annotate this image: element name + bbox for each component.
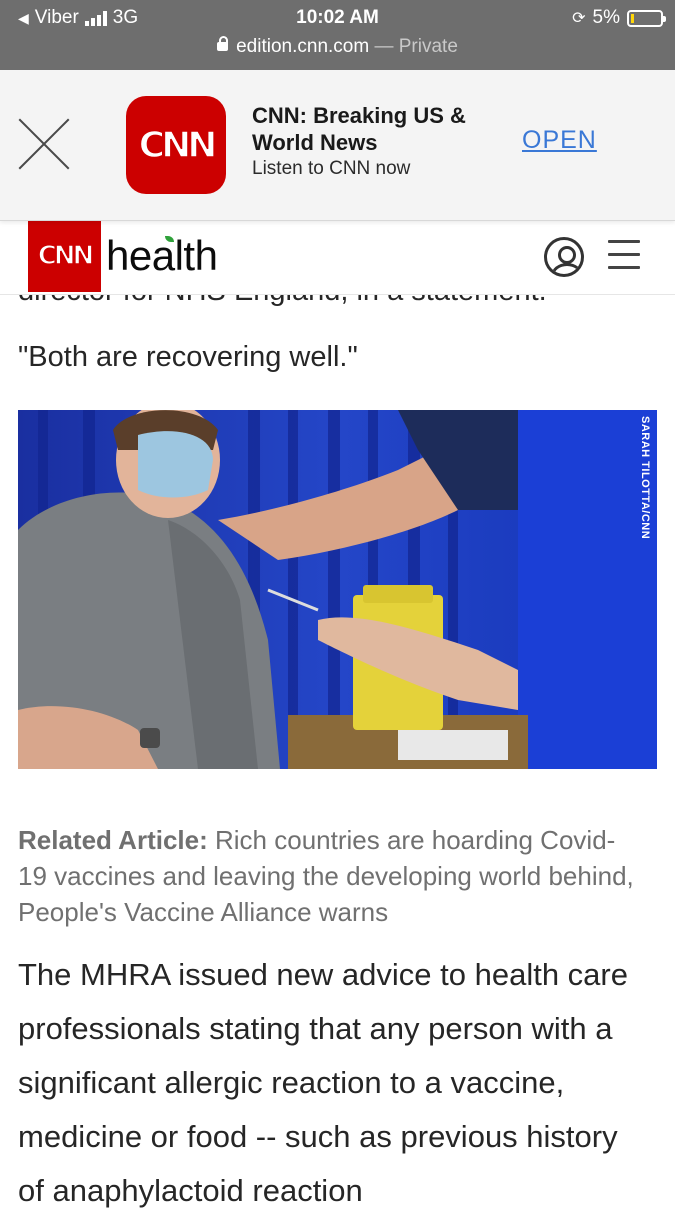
url-bar[interactable]: edition.cnn.com — Private <box>0 36 675 58</box>
open-app-button[interactable]: OPEN <box>522 126 597 155</box>
cnn-app-icon: CNN <box>126 96 226 194</box>
battery-icon <box>627 9 666 27</box>
battery-percent: 5% <box>592 7 620 28</box>
site-header: CNN health <box>0 220 675 295</box>
paragraph-mhra: The MHRA issued new advice to health car… <box>18 957 628 1208</box>
article-photo[interactable]: SARAH TILOTTA/CNN <box>18 410 657 769</box>
app-subtitle: Listen to CNN now <box>252 158 411 179</box>
cnn-logo-text: CNN <box>37 240 95 272</box>
hamburger-menu-icon[interactable] <box>608 240 640 272</box>
cnn-app-icon-text: CNN <box>138 124 218 167</box>
lock-icon <box>217 36 229 51</box>
private-label: — Private <box>374 36 458 57</box>
url-domain: edition.cnn.com <box>236 36 370 57</box>
system-bar: ◀ Viber 3G 10:02 AM ⟳ 5% edition.cnn.com… <box>0 0 675 70</box>
close-icon[interactable] <box>18 118 70 170</box>
photo-credit: SARAH TILOTTA/CNN <box>639 416 651 540</box>
status-bar: ◀ Viber 3G 10:02 AM ⟳ 5% <box>0 6 675 32</box>
vaccination-photo-illustration <box>18 410 657 769</box>
app-banner: CNN CNN: Breaking US & World News Listen… <box>0 70 675 221</box>
section-title[interactable]: health <box>106 232 218 280</box>
rotation-lock-icon: ⟳ <box>572 10 586 27</box>
cnn-logo[interactable]: CNN <box>28 220 101 292</box>
user-account-icon[interactable] <box>544 237 584 277</box>
paragraph-quote: "Both are recovering well." <box>18 341 358 373</box>
related-article[interactable]: Related Article: Rich countries are hoar… <box>18 822 638 930</box>
app-title: CNN: Breaking US & World News <box>252 103 466 155</box>
related-article-label: Related Article: <box>18 825 208 855</box>
